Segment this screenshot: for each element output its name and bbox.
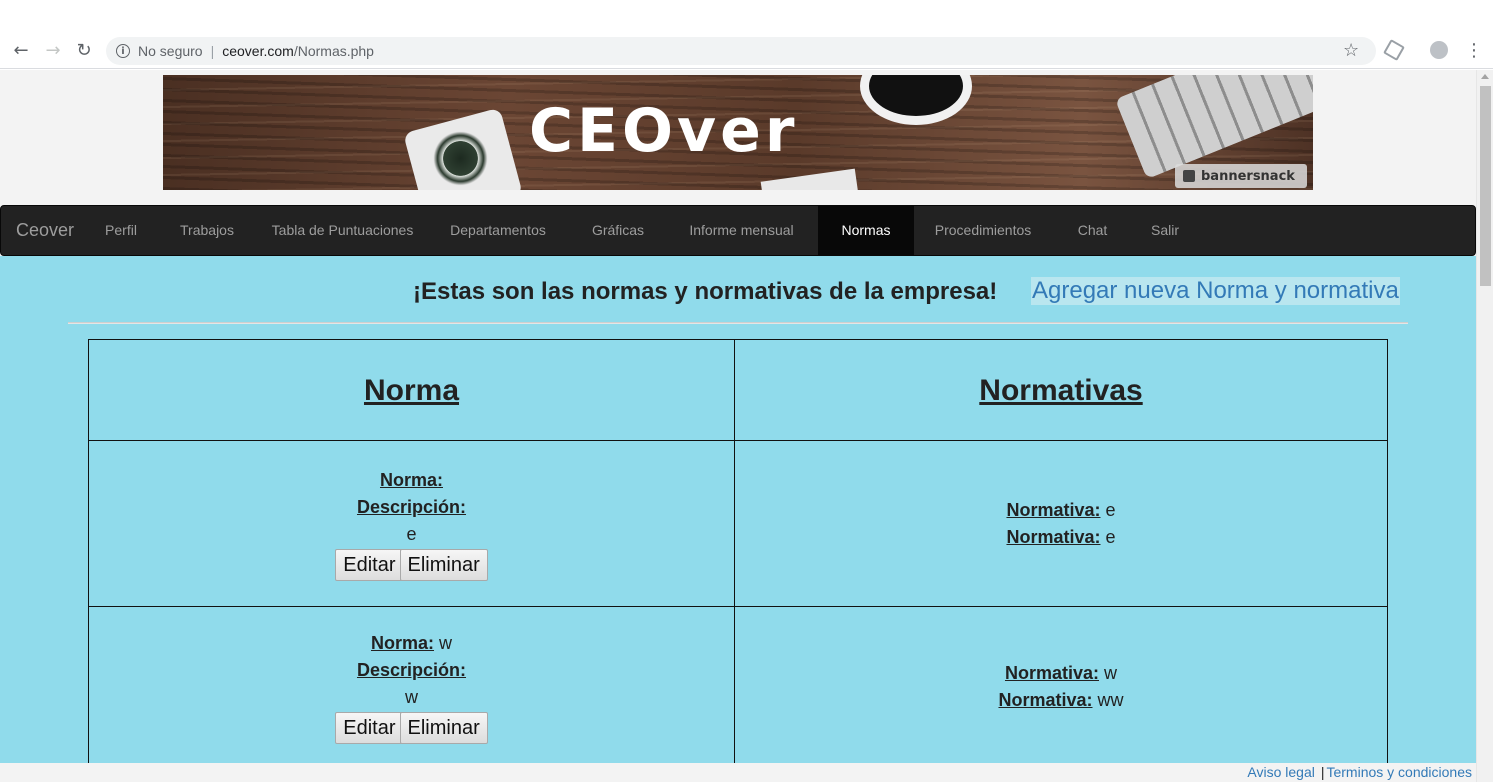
edit-button[interactable]: Editar xyxy=(335,711,404,744)
banner-logo-text: CEOver xyxy=(529,96,799,166)
delete-button[interactable]: Eliminar xyxy=(399,711,488,744)
normativa-value: w xyxy=(1104,662,1118,683)
footer-separator: | xyxy=(1320,764,1325,780)
terminos-link[interactable]: Terminos y condiciones xyxy=(1326,764,1472,780)
info-icon[interactable]: i xyxy=(116,44,130,58)
descripcion-label: Descripción: xyxy=(356,496,467,517)
footer: Aviso legal | Terminos y condiciones xyxy=(0,763,1476,782)
delete-button[interactable]: Eliminar xyxy=(399,548,488,581)
descripcion-value: e xyxy=(406,523,417,544)
menu-kebab-icon[interactable]: ⋮ xyxy=(1465,40,1483,61)
security-label: No seguro xyxy=(138,43,203,59)
table-row: Norma: w Descripción: w Editar Eliminar N… xyxy=(88,606,1388,767)
profile-avatar-icon[interactable] xyxy=(1430,41,1448,59)
reload-icon[interactable]: ↻ xyxy=(72,38,96,62)
back-icon[interactable]: ← xyxy=(9,38,33,62)
bannersnack-icon xyxy=(1183,170,1195,182)
norma-value: w xyxy=(439,632,453,653)
banner-image: CEOver bannersnack xyxy=(163,75,1313,190)
normativa-label: Normativa: xyxy=(1006,499,1101,520)
main-navbar: Ceover Perfil Trabajos Tabla de Puntuaci… xyxy=(0,205,1476,256)
bannersnack-watermark: bannersnack xyxy=(1175,164,1307,188)
divider xyxy=(68,322,1408,324)
scroll-up-arrow-icon[interactable] xyxy=(1481,74,1489,79)
descripcion-value: w xyxy=(405,686,418,707)
url-path: /Normas.php xyxy=(293,43,374,59)
norma-cell: Norma: Descripción: e Editar Eliminar xyxy=(88,440,735,607)
nav-normas[interactable]: Normas xyxy=(818,206,914,255)
nav-perfil[interactable]: Perfil xyxy=(85,206,157,255)
descripcion-label: Descripción: xyxy=(356,659,467,680)
nav-graficas[interactable]: Gráficas xyxy=(574,206,662,255)
extension-icon[interactable] xyxy=(1383,39,1405,61)
header-norma: Norma xyxy=(88,339,735,441)
normas-table: Norma Normativas Norma: Descripción: e E… xyxy=(88,339,1388,767)
nav-chat[interactable]: Chat xyxy=(1064,206,1121,255)
nav-salir[interactable]: Salir xyxy=(1138,206,1192,255)
scrollbar-thumb[interactable] xyxy=(1480,86,1491,286)
normativa-value: ww xyxy=(1097,689,1124,710)
normativa-label: Normativa: xyxy=(1004,662,1099,683)
coffee-cup-graphic xyxy=(860,75,972,125)
address-bar[interactable]: i No seguro | ceover.com /Normas.php xyxy=(106,37,1376,65)
aviso-legal-link[interactable]: Aviso legal xyxy=(1247,764,1314,780)
table-row: Norma: Descripción: e Editar Eliminar Nor… xyxy=(88,440,1388,607)
forward-icon[interactable]: → xyxy=(41,38,65,62)
normativa-value: e xyxy=(1105,499,1116,520)
norma-label: Norma: xyxy=(370,632,434,653)
navbar-brand[interactable]: Ceover xyxy=(16,206,74,255)
page-title: ¡Estas son las normas y normativas de la… xyxy=(413,278,998,305)
normativa-label: Normativa: xyxy=(998,689,1093,710)
browser-toolbar: ← → ↻ i No seguro | ceover.com /Normas.p… xyxy=(0,0,1493,69)
header-normativas: Normativas xyxy=(734,339,1388,441)
page-viewport: CEOver bannersnack Ceover Perfil Trabajo… xyxy=(0,70,1476,782)
page-scrollbar[interactable] xyxy=(1476,70,1493,782)
normativa-value: e xyxy=(1105,526,1116,547)
norma-label: Norma: xyxy=(379,469,443,490)
nav-informe-mensual[interactable]: Informe mensual xyxy=(673,206,810,255)
nav-trabajos[interactable]: Trabajos xyxy=(164,206,250,255)
normativas-cell: Normativa: e Normativa: e xyxy=(734,440,1388,607)
bookmark-star-icon[interactable]: ☆ xyxy=(1343,40,1359,61)
normativas-cell: Normativa: w Normativa: ww xyxy=(734,606,1388,767)
nav-departamentos[interactable]: Departamentos xyxy=(434,206,562,255)
nav-procedimientos[interactable]: Procedimientos xyxy=(922,206,1044,255)
nav-tabla-puntuaciones[interactable]: Tabla de Puntuaciones xyxy=(257,206,428,255)
normativa-label: Normativa: xyxy=(1006,526,1101,547)
url-host: ceover.com xyxy=(222,43,294,59)
address-separator: | xyxy=(210,43,215,59)
table-header-row: Norma Normativas xyxy=(88,339,1388,441)
paper-graphic xyxy=(760,168,861,190)
norma-cell: Norma: w Descripción: w Editar Eliminar xyxy=(88,606,735,767)
plant-graphic xyxy=(403,107,523,190)
edit-button[interactable]: Editar xyxy=(335,548,404,581)
add-norma-link[interactable]: Agregar nueva Norma y normativa xyxy=(1031,277,1400,305)
content-area: ¡Estas son las normas y normativas de la… xyxy=(0,256,1476,782)
